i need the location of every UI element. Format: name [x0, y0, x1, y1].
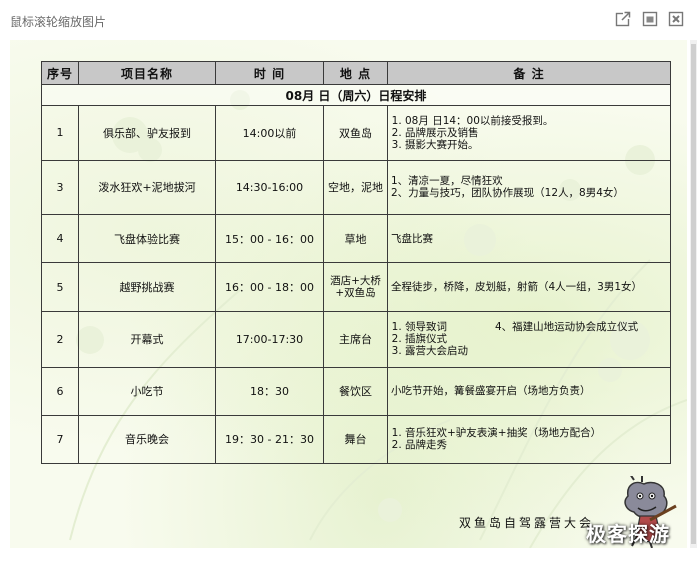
- note-item: 品牌展示及销售: [405, 127, 668, 139]
- note-line: 1、清凉一夏，尽情狂欢: [391, 175, 503, 188]
- header-notes: 备 注: [387, 61, 671, 85]
- vertical-scrollbar[interactable]: [688, 40, 697, 548]
- table-row: 5 越野挑战赛 16：00 - 18：00 酒店+大桥+双鱼岛 全程徒步，桥降，…: [41, 262, 671, 312]
- row-place: 主席台: [323, 310, 388, 369]
- note-line: 飞盘比赛: [391, 232, 433, 245]
- row-item-name: 越野挑战赛: [78, 262, 216, 312]
- row-place: 酒店+大桥+双鱼岛: [323, 262, 388, 312]
- row-time: 16：00 - 18：00: [215, 262, 324, 312]
- row-notes: 音乐狂欢+驴友表演+抽奖（场地方配合） 品牌走秀: [387, 414, 671, 465]
- popout-icon[interactable]: [615, 11, 631, 27]
- row-place: 餐饮区: [323, 367, 388, 416]
- schedule-table: 序号 项目名称 时 间 地 点 备 注 08月 日（周六）日程安排 1 俱乐部、…: [41, 61, 671, 465]
- row-time: 14:00以前: [215, 105, 324, 161]
- row-time: 15：00 - 16：00: [215, 213, 324, 264]
- row-number: 2: [41, 310, 79, 369]
- table-row: 7 音乐晚会 19：30 - 21：30 舞台 音乐狂欢+驴友表演+抽奖（场地方…: [41, 414, 671, 465]
- row-time: 18：30: [215, 367, 324, 416]
- note-item: 露营大会启动: [405, 345, 668, 357]
- header-time: 时 间: [215, 61, 324, 85]
- note-item: 08月 日14：00以前接受报到。: [405, 115, 668, 127]
- row-number: 5: [41, 262, 79, 312]
- footer-caption: 双鱼岛自驾露营大会: [459, 516, 595, 530]
- date-heading-row: 08月 日（周六）日程安排: [41, 83, 671, 107]
- row-number: 3: [41, 159, 79, 216]
- note-text: 领导致词: [405, 321, 447, 334]
- table-row: 6 小吃节 18：30 餐饮区 小吃节开始，篝餐盛宴开启（场地方负责）: [41, 367, 671, 416]
- row-place: 空地，泥地: [323, 159, 388, 216]
- row-time: 19：30 - 21：30: [215, 414, 324, 465]
- note-line: 小吃节开始，篝餐盛宴开启（场地方负责）: [391, 385, 591, 398]
- row-time: 14:30-16:00: [215, 159, 324, 216]
- row-item-name: 飞盘体验比赛: [78, 213, 216, 264]
- note-item: 音乐狂欢+驴友表演+抽奖（场地方配合）: [405, 427, 668, 439]
- row-notes: 08月 日14：00以前接受报到。 品牌展示及销售 摄影大赛开始。: [387, 105, 671, 161]
- row-place: 双鱼岛: [323, 105, 388, 161]
- table-row: 1 俱乐部、驴友报到 14:00以前 双鱼岛 08月 日14：00以前接受报到。…: [41, 105, 671, 161]
- table-row: 3 泼水狂欢+泥地拔河 14:30-16:00 空地，泥地 1、清凉一夏，尽情狂…: [41, 159, 671, 216]
- row-time: 17:00-17:30: [215, 310, 324, 369]
- row-place: 舞台: [323, 414, 388, 465]
- note-item: 摄影大赛开始。: [405, 139, 668, 151]
- window-titlebar: 鼠标滚轮缩放图片: [0, 0, 697, 40]
- note-item: 品牌走秀: [405, 439, 668, 451]
- row-number: 6: [41, 367, 79, 416]
- note-line: 全程徒步，桥降，皮划艇，射箭（4人一组，3男1女）: [391, 281, 643, 294]
- table-header-row: 序号 项目名称 时 间 地 点 备 注: [41, 61, 671, 85]
- row-notes: 1、清凉一夏，尽情狂欢 2、力量与技巧，团队协作展现（12人，8男4女）: [387, 159, 671, 216]
- header-item-name: 项目名称: [78, 61, 216, 85]
- header-place: 地 点: [323, 61, 388, 85]
- header-number: 序号: [41, 61, 79, 85]
- table-row: 4 飞盘体验比赛 15：00 - 16：00 草地 飞盘比赛: [41, 213, 671, 264]
- row-item-name: 俱乐部、驴友报到: [78, 105, 216, 161]
- table-row: 2 开幕式 17:00-17:30 主席台 领导致词 4、福建山地运动协会成立仪式…: [41, 310, 671, 369]
- row-place: 草地: [323, 213, 388, 264]
- row-item-name: 开幕式: [78, 310, 216, 369]
- row-number: 1: [41, 105, 79, 161]
- restore-icon[interactable]: [642, 11, 658, 27]
- row-item-name: 音乐晚会: [78, 414, 216, 465]
- row-item-name: 泼水狂欢+泥地拔河: [78, 159, 216, 216]
- note-text: 4、福建山地运动协会成立仪式: [495, 321, 639, 334]
- window-title: 鼠标滚轮缩放图片: [10, 15, 107, 29]
- row-notes: 领导致词 4、福建山地运动协会成立仪式 插旗仪式 露营大会启动: [387, 310, 671, 369]
- note-item: 插旗仪式: [405, 333, 668, 345]
- row-notes: 小吃节开始，篝餐盛宴开启（场地方负责）: [387, 367, 671, 416]
- row-number: 7: [41, 414, 79, 465]
- close-icon[interactable]: [668, 11, 684, 27]
- note-line: 2、力量与技巧，团队协作展现（12人，8男4女）: [391, 187, 624, 200]
- image-canvas[interactable]: 序号 项目名称 时 间 地 点 备 注 08月 日（周六）日程安排 1 俱乐部、…: [10, 40, 687, 548]
- note-item: 领导致词 4、福建山地运动协会成立仪式: [405, 321, 668, 333]
- site-watermark: 极客探游: [586, 522, 670, 546]
- row-notes: 全程徒步，桥降，皮划艇，射箭（4人一组，3男1女）: [387, 262, 671, 312]
- date-heading: 08月 日（周六）日程安排: [41, 83, 671, 107]
- row-notes: 飞盘比赛: [387, 213, 671, 264]
- row-number: 4: [41, 213, 79, 264]
- row-item-name: 小吃节: [78, 367, 216, 416]
